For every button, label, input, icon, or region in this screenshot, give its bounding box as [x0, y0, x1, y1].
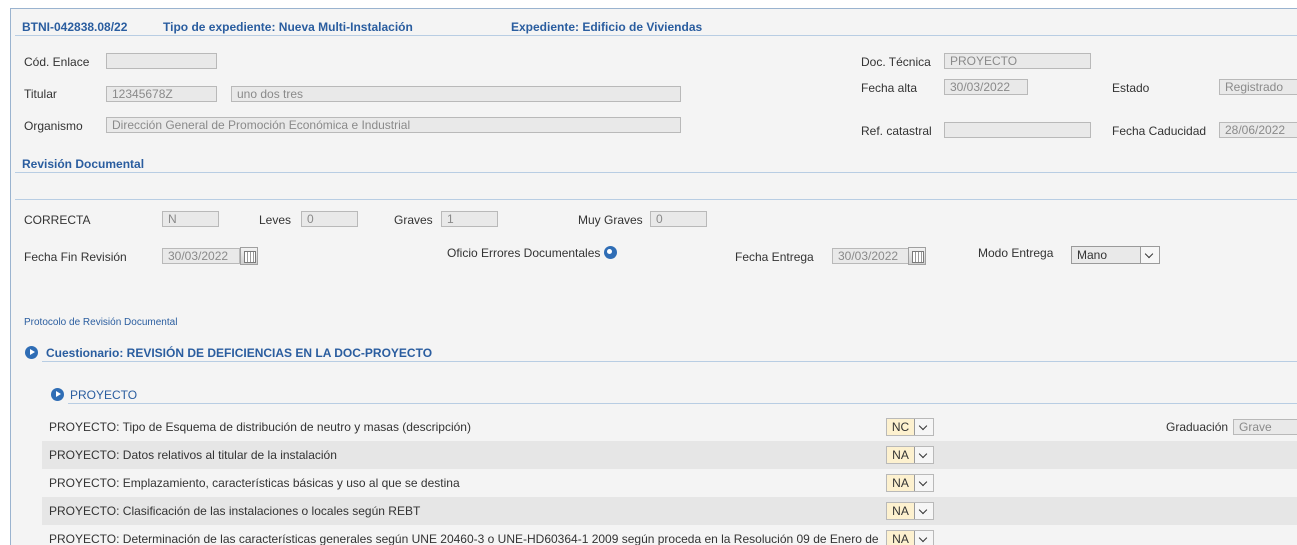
cuestionario-title: Cuestionario: REVISIÓN DE DEFICIENCIAS E… — [46, 346, 433, 360]
chevron-down-icon[interactable] — [914, 531, 933, 545]
chevron-down-icon[interactable] — [914, 447, 933, 463]
titular-nif-field[interactable]: 12345678Z — [106, 86, 217, 102]
correcta-label: CORRECTA — [24, 213, 91, 227]
question-select[interactable]: NA — [886, 502, 934, 520]
question-value: NA — [887, 475, 914, 491]
fecha-fin-revision-label: Fecha Fin Revisión — [24, 250, 127, 264]
question-text: PROYECTO: Emplazamiento, características… — [49, 476, 460, 490]
graves-label: Graves — [394, 213, 433, 227]
question-row: PROYECTO: Datos relativos al titular de … — [42, 441, 1297, 469]
leves-field[interactable]: 0 — [301, 211, 358, 227]
modo-entrega-label: Modo Entrega — [978, 246, 1054, 260]
fecha-fin-revision-field[interactable]: 30/03/2022 — [162, 248, 240, 264]
question-select[interactable]: NC — [886, 418, 934, 436]
question-text: PROYECTO: Tipo de Esquema de distribució… — [49, 420, 471, 434]
question-text: PROYECTO: Datos relativos al titular de … — [49, 448, 337, 462]
estado-label: Estado — [1112, 81, 1150, 95]
oficio-info-icon[interactable] — [604, 246, 617, 259]
graduacion-field[interactable]: Grave — [1233, 419, 1297, 435]
modo-entrega-value: Mano — [1077, 248, 1108, 262]
fecha-caducidad-field[interactable]: 28/06/2022 — [1219, 122, 1297, 138]
titular-nombre-field[interactable]: uno dos tres — [231, 86, 681, 102]
doc-tecnica-field[interactable]: PROYECTO — [944, 53, 1091, 69]
calendar-icon[interactable] — [240, 247, 258, 265]
question-select[interactable]: NA — [886, 530, 934, 545]
question-select[interactable]: NA — [886, 474, 934, 492]
calendar-icon[interactable] — [908, 247, 926, 265]
cod-enlace-field[interactable] — [106, 53, 217, 69]
proyecto-divider — [68, 403, 1297, 404]
correcta-field[interactable]: N — [162, 211, 219, 227]
organismo-label: Organismo — [24, 119, 83, 133]
question-select[interactable]: NA — [886, 446, 934, 464]
question-value: NA — [887, 447, 914, 463]
proyecto-group-title: PROYECTO — [70, 388, 138, 402]
question-row: PROYECTO: Determinación de las caracterí… — [42, 525, 1297, 545]
question-row: PROYECTO: Clasificación de las instalaci… — [42, 497, 1297, 525]
fecha-alta-field[interactable]: 30/03/2022 — [944, 79, 1028, 95]
question-value: NA — [887, 531, 914, 545]
organismo-field[interactable]: Dirección General de Promoción Económica… — [106, 117, 681, 133]
titular-label: Titular — [24, 87, 57, 101]
ref-catastral-field[interactable] — [944, 122, 1091, 138]
chevron-down-icon[interactable] — [914, 419, 933, 435]
question-row: PROYECTO: Emplazamiento, características… — [42, 469, 1297, 497]
question-value: NA — [887, 503, 914, 519]
oficio-errores-label: Oficio Errores Documentales — [447, 246, 601, 260]
question-value: NC — [887, 419, 914, 435]
revision-documental-title: Revisión Documental — [22, 157, 145, 171]
question-text: PROYECTO: Determinación de las caracterí… — [49, 532, 879, 545]
expediente-id: BTNI-042838.08/22 — [22, 20, 128, 34]
modo-entrega-select[interactable]: Mano — [1071, 246, 1160, 264]
chevron-down-icon[interactable] — [1140, 247, 1159, 263]
chevron-down-icon[interactable] — [914, 503, 933, 519]
cuestionario-divider — [42, 361, 1297, 362]
fecha-entrega-field[interactable]: 30/03/2022 — [832, 248, 909, 264]
fecha-caducidad-label: Fecha Caducidad — [1112, 124, 1207, 138]
fecha-entrega-label: Fecha Entrega — [735, 250, 814, 264]
expand-proyecto-icon[interactable] — [51, 388, 64, 401]
leves-label: Leves — [259, 213, 292, 227]
revision-divider — [15, 172, 1297, 173]
fecha-alta-label: Fecha alta — [861, 81, 918, 95]
revision-divider-2 — [15, 199, 1297, 200]
protocolo-revision-link[interactable]: Protocolo de Revisión Documental — [24, 317, 177, 328]
question-row: PROYECTO: Tipo de Esquema de distribució… — [42, 413, 1297, 441]
cod-enlace-label: Cód. Enlace — [24, 55, 90, 69]
expand-cuestionario-icon[interactable] — [25, 346, 38, 359]
chevron-down-icon[interactable] — [914, 475, 933, 491]
doc-tecnica-label: Doc. Técnica — [861, 55, 931, 69]
tipo-expediente: Tipo de expediente: Nueva Multi-Instalac… — [163, 20, 413, 34]
question-text: PROYECTO: Clasificación de las instalaci… — [49, 504, 421, 518]
muy-graves-label: Muy Graves — [578, 213, 643, 227]
header-divider — [15, 35, 1297, 36]
muy-graves-field[interactable]: 0 — [650, 211, 707, 227]
estado-field[interactable]: Registrado — [1219, 79, 1297, 95]
graduacion-label: Graduación — [1166, 420, 1229, 434]
ref-catastral-label: Ref. catastral — [861, 124, 932, 138]
graves-field[interactable]: 1 — [441, 211, 498, 227]
expediente-nombre: Expediente: Edificio de Viviendas — [511, 20, 703, 34]
